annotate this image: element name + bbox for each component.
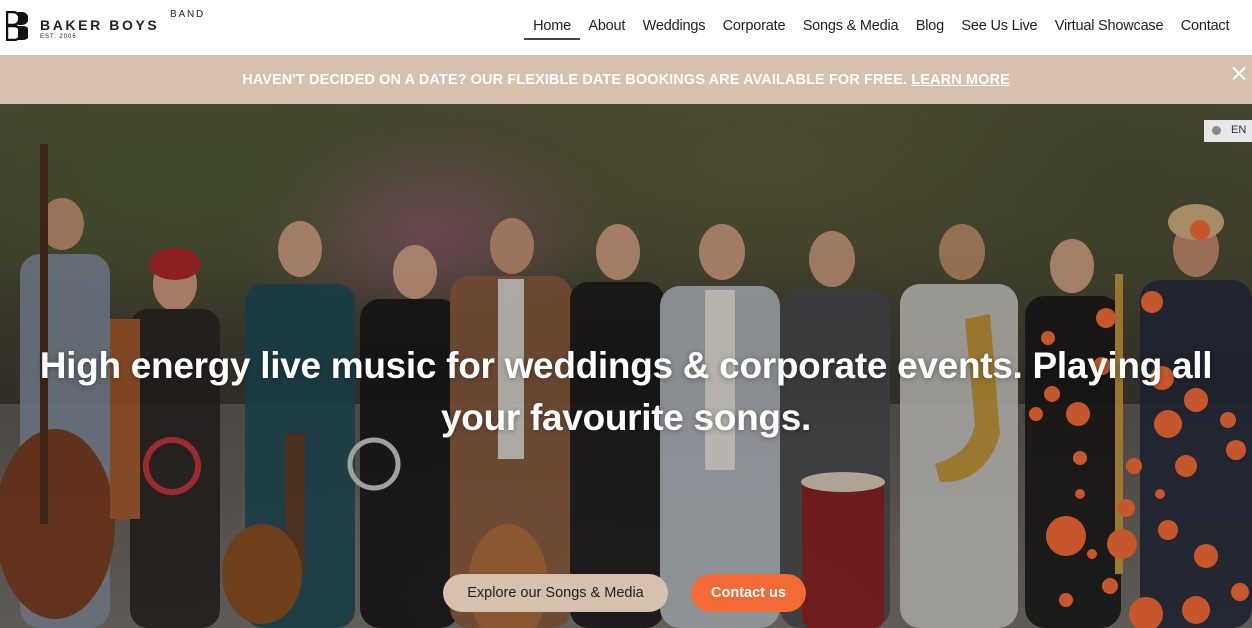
close-icon[interactable] bbox=[1230, 65, 1248, 83]
explore-songs-media-button[interactable]: Explore our Songs & Media bbox=[443, 574, 668, 612]
banner-message: HAVEN'T DECIDED ON A DATE? OUR FLEXIBLE … bbox=[0, 72, 1252, 88]
language-code: EN bbox=[1231, 124, 1247, 136]
language-selector[interactable]: EN bbox=[1204, 120, 1252, 142]
announcement-banner: HAVEN'T DECIDED ON A DATE? OUR FLEXIBLE … bbox=[0, 55, 1252, 104]
nav-item-songs-media[interactable]: Songs & Media bbox=[794, 17, 907, 35]
learn-more-link[interactable]: LEARN MORE bbox=[911, 72, 1009, 88]
logo-est: EST. 2006 bbox=[40, 34, 77, 40]
main-nav: Home About Weddings Corporate Songs & Me… bbox=[524, 17, 1238, 40]
nav-item-contact[interactable]: Contact bbox=[1172, 17, 1238, 35]
site-header: BAKER BOYS BAND EST. 2006 Home About Wed… bbox=[0, 0, 1252, 55]
contact-us-button[interactable]: Contact us bbox=[691, 574, 806, 612]
hero-section: EN High energy live music for weddings &… bbox=[0, 104, 1252, 628]
site-logo[interactable]: BAKER BOYS BAND EST. 2006 bbox=[6, 9, 216, 45]
nav-item-weddings[interactable]: Weddings bbox=[634, 17, 714, 35]
logo-band: BAND bbox=[170, 9, 205, 20]
logo-mark-icon bbox=[6, 11, 28, 41]
nav-item-blog[interactable]: Blog bbox=[907, 17, 953, 35]
nav-item-corporate[interactable]: Corporate bbox=[714, 17, 794, 35]
nav-item-see-us-live[interactable]: See Us Live bbox=[953, 17, 1046, 35]
globe-icon bbox=[1212, 126, 1221, 135]
logo-name: BAKER BOYS bbox=[40, 17, 160, 33]
nav-item-about[interactable]: About bbox=[580, 17, 634, 35]
hero-headline: High energy live music for weddings & co… bbox=[0, 340, 1252, 444]
hero-headline-line-2: your favourite songs. bbox=[441, 397, 811, 438]
hero-headline-line-1: High energy live music for weddings & co… bbox=[39, 345, 1213, 386]
nav-item-virtual-showcase[interactable]: Virtual Showcase bbox=[1046, 17, 1172, 35]
banner-text: HAVEN'T DECIDED ON A DATE? OUR FLEXIBLE … bbox=[242, 72, 908, 88]
nav-item-home[interactable]: Home bbox=[524, 17, 580, 40]
